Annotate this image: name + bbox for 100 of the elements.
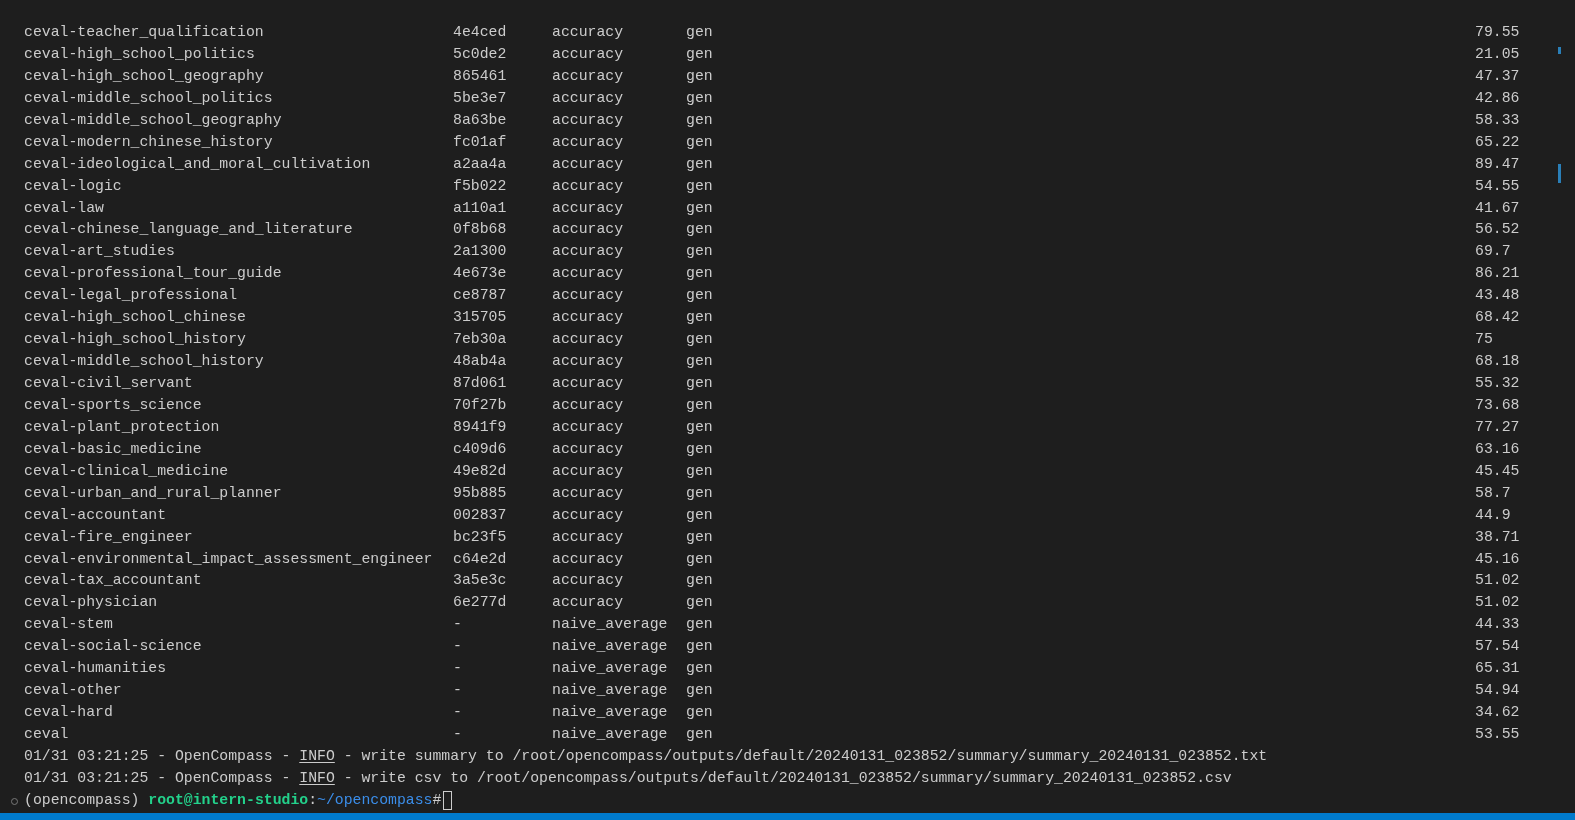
dataset-name: ceval-tax_accountant: [24, 571, 203, 591]
dataset-name: ceval-high_school_chinese: [24, 308, 247, 328]
version-hash: 95b885: [453, 483, 508, 503]
mode-name: gen: [686, 286, 714, 306]
metric-name: accuracy: [552, 110, 625, 130]
score-value: 43.48: [1475, 286, 1520, 306]
score-value: 68.42: [1475, 308, 1520, 328]
dataset-name: ceval-logic: [24, 176, 123, 196]
mode-name: gen: [686, 615, 714, 635]
dataset-name: ceval-clinical_medicine: [24, 461, 230, 481]
dataset-name: ceval-middle_school_politics: [24, 88, 274, 108]
mode-name: gen: [686, 417, 714, 437]
score-value: 57.54: [1475, 637, 1520, 657]
version-hash: 48ab4a: [453, 352, 508, 372]
dataset-name: ceval-law: [24, 198, 105, 218]
score-value: 56.52: [1475, 220, 1520, 240]
dataset-name: ceval-legal_professional: [24, 286, 239, 306]
log-line: 01/31 03:21:25 - OpenCompass - INFO - write csv to /root/opencompass/outputs/default/20240131_023852/summary/summary_20240131_023852.csv: [24, 769, 1232, 786]
mode-name: gen: [686, 110, 714, 130]
version-hash: ce8787: [453, 286, 508, 306]
mode-name: gen: [686, 352, 714, 372]
mode-name: gen: [686, 242, 714, 262]
dataset-name: ceval-high_school_politics: [24, 44, 256, 64]
mode-name: gen: [686, 220, 714, 240]
dataset-name: ceval: [24, 725, 70, 744]
mode-name: gen: [686, 132, 714, 152]
version-hash: 4e673e: [453, 264, 508, 284]
metric-name: accuracy: [552, 330, 625, 350]
metric-name: accuracy: [552, 220, 625, 240]
version-hash: -: [453, 681, 463, 701]
metric-name: accuracy: [552, 461, 625, 481]
version-hash: 8a63be: [453, 110, 508, 130]
dataset-name: ceval-hard: [24, 703, 114, 723]
score-value: 41.67: [1475, 198, 1520, 218]
dataset-name: ceval-teacher_qualification: [24, 23, 265, 42]
score-value: 44.33: [1475, 615, 1520, 635]
version-hash: -: [453, 637, 463, 657]
mode-name: gen: [686, 637, 714, 657]
metric-name: accuracy: [552, 571, 625, 591]
mode-name: gen: [686, 176, 714, 196]
score-value: 55.32: [1475, 374, 1520, 393]
metric-name: naive_average: [552, 659, 669, 679]
version-hash: -: [453, 615, 463, 635]
metric-name: accuracy: [552, 23, 625, 42]
mode-name: gen: [686, 527, 714, 547]
score-value: 68.18: [1475, 352, 1520, 372]
version-hash: fc01af: [453, 132, 508, 152]
dataset-name: ceval-physician: [24, 593, 159, 613]
dataset-name: ceval-sports_science: [24, 395, 203, 415]
version-hash: 4e4ced: [453, 23, 508, 42]
metric-name: accuracy: [552, 44, 625, 64]
version-hash: 2a1300: [453, 242, 508, 262]
mode-name: gen: [686, 549, 714, 569]
metric-name: accuracy: [552, 549, 625, 569]
version-hash: c409d6: [453, 439, 508, 459]
mode-name: gen: [686, 483, 714, 503]
metric-name: accuracy: [552, 176, 625, 196]
mode-name: gen: [686, 659, 714, 679]
dataset-name: ceval-stem: [24, 615, 114, 635]
score-value: 75: [1475, 330, 1493, 350]
version-hash: f5b022: [453, 176, 508, 196]
dataset-name: ceval-ideological_and_moral_cultivation: [24, 154, 372, 174]
metric-name: accuracy: [552, 242, 625, 262]
mode-name: gen: [686, 571, 714, 591]
log-line: 01/31 03:21:25 - OpenCompass - INFO - write summary to /root/opencompass/outputs/default/20240131_023852/summary/summary_20240131_023852.txt: [24, 747, 1268, 764]
score-value: 34.62: [1475, 703, 1520, 723]
scrollbar-marker: [1558, 164, 1561, 183]
metric-name: accuracy: [552, 527, 625, 547]
mode-name: gen: [686, 703, 714, 723]
dataset-name: ceval-high_school_geography: [24, 66, 265, 86]
mode-name: gen: [686, 439, 714, 459]
terminal-cursor[interactable]: [443, 791, 453, 811]
score-value: 77.27: [1475, 417, 1520, 437]
mode-name: gen: [686, 23, 714, 42]
dataset-name: ceval-civil_servant: [24, 374, 194, 393]
metric-name: accuracy: [552, 66, 625, 86]
dataset-name: ceval-middle_school_geography: [24, 110, 283, 130]
score-value: 65.22: [1475, 132, 1520, 152]
version-hash: 70f27b: [453, 395, 508, 415]
score-value: 54.94: [1475, 681, 1520, 701]
version-hash: 87d061: [453, 374, 508, 393]
mode-name: gen: [686, 395, 714, 415]
mode-name: gen: [686, 44, 714, 64]
dataset-name: ceval-environmental_impact_assessment_engineer: [24, 549, 434, 569]
dataset-name: ceval-basic_medicine: [24, 439, 203, 459]
score-value: 44.9: [1475, 505, 1511, 525]
dataset-name: ceval-plant_protection: [24, 417, 221, 437]
metric-name: accuracy: [552, 483, 625, 503]
score-value: 42.86: [1475, 88, 1520, 108]
version-hash: 49e82d: [453, 461, 508, 481]
metric-name: accuracy: [552, 264, 625, 284]
metric-name: accuracy: [552, 505, 625, 525]
dataset-name: ceval-art_studies: [24, 242, 176, 262]
command-prompt: (opencompass) root@intern-studio:~/opencompass#: [24, 790, 442, 810]
metric-name: accuracy: [552, 198, 625, 218]
mode-name: gen: [686, 505, 714, 525]
dataset-name: ceval-middle_school_history: [24, 352, 265, 372]
dataset-name: ceval-modern_chinese_history: [24, 132, 274, 152]
mode-name: gen: [686, 593, 714, 613]
version-hash: 5c0de2: [453, 44, 508, 64]
